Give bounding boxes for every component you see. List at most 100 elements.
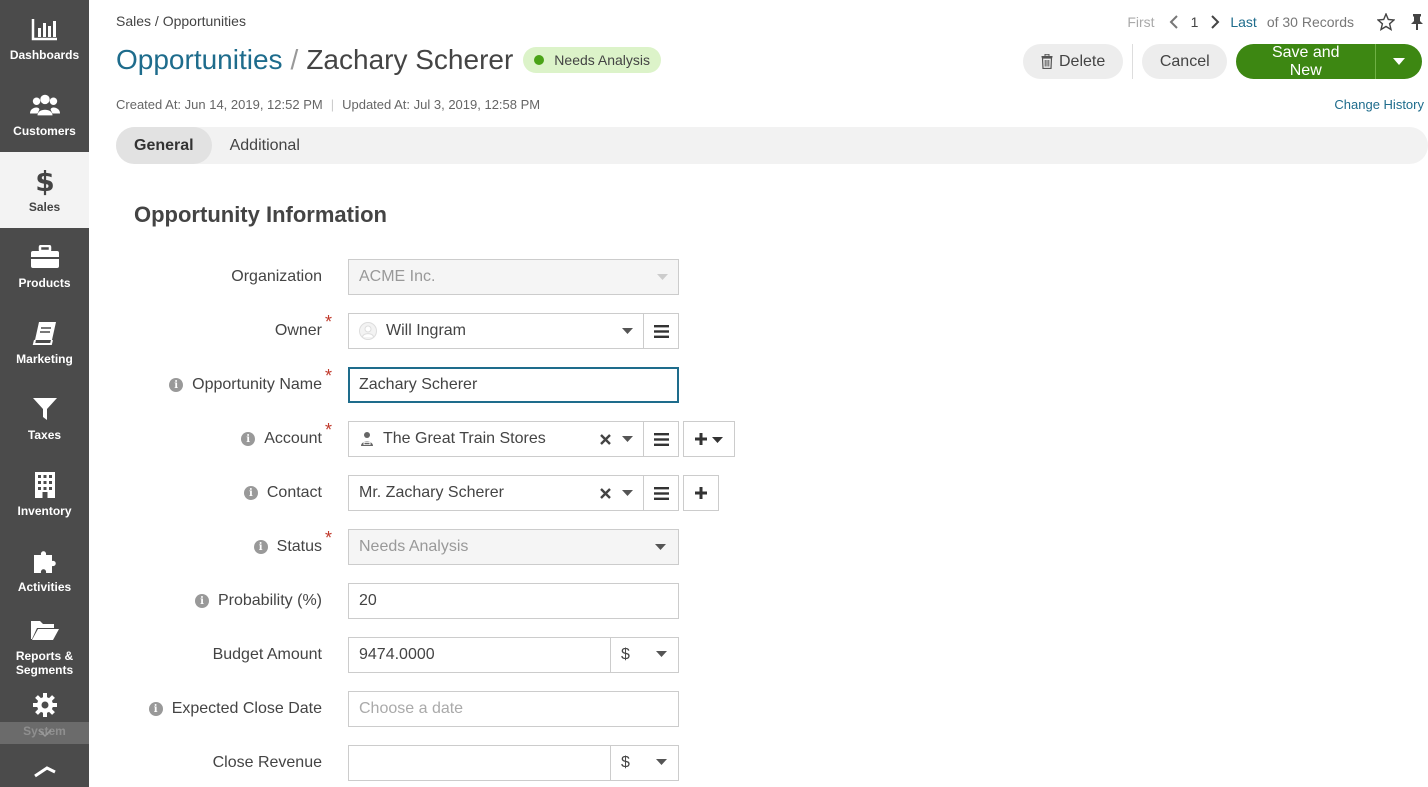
organization-select[interactable]: ACME Inc. [348,259,679,295]
nav-partial-item[interactable] [0,750,89,787]
form-row-expected-close-date: i Expected Close Date Choose a date [89,691,889,727]
budget-amount-input[interactable]: 9474.0000 $ [348,637,679,673]
contact-add-button[interactable] [683,475,719,511]
nav-products[interactable]: Products [0,228,89,304]
tab-general[interactable]: General [116,127,212,164]
nav-label: Marketing [16,352,73,366]
briefcase-icon [30,242,60,272]
probability-input[interactable]: 20 [348,583,679,619]
caret-down-icon [656,637,667,671]
chevron-right-icon[interactable] [1208,15,1222,29]
info-icon[interactable]: i [243,486,258,500]
title-separator: / [290,44,299,75]
delete-button[interactable]: Delete [1023,44,1124,79]
bar-chart-icon [30,14,60,44]
nav-system[interactable]: System [0,684,89,750]
change-history-link[interactable]: Change History [1334,97,1424,112]
nav-taxes[interactable]: Taxes [0,380,89,456]
expected-close-date-input[interactable]: Choose a date [348,691,679,727]
caret-down-icon [657,260,668,294]
caret-down-icon [1393,58,1406,65]
status-select[interactable]: Needs Analysis [348,529,679,565]
owner-select[interactable]: Will Ingram [348,313,644,349]
owner-list-button[interactable] [643,313,679,349]
form-row-owner: Owner * Will Ingram [89,313,889,349]
status-badge: Needs Analysis [523,47,662,73]
list-icon [653,486,669,500]
breadcrumb[interactable]: Sales / Opportunities [116,13,246,29]
nav-customers[interactable]: Customers [0,76,89,152]
folder-open-icon [30,615,60,645]
chevron-left-icon[interactable] [1167,15,1181,29]
info-icon[interactable]: i [253,540,268,554]
record-pager: First 1 Last of 30 Records [1127,12,1424,32]
account-person-icon [359,431,375,447]
star-icon[interactable] [1376,12,1396,32]
caret-down-icon [656,745,667,779]
info-icon[interactable]: i [194,594,209,608]
sidebar-scroll-down[interactable] [0,722,89,744]
field-value: Will Ingram [386,322,467,339]
field-label: Expected Close Date [171,700,322,717]
entity-link[interactable]: Opportunities [116,44,283,76]
close-revenue-input[interactable]: $ [348,745,679,781]
contact-list-button[interactable] [643,475,679,511]
currency-value: $ [621,646,630,663]
account-label: i Account [241,421,322,457]
puzzle-icon [30,546,60,576]
nav-label: Activities [17,580,72,594]
info-icon[interactable]: i [148,702,163,716]
pager-last[interactable]: Last [1230,14,1256,30]
pager-count: of 30 Records [1266,14,1354,30]
nav-marketing[interactable]: Marketing [0,304,89,380]
nav-activities[interactable]: Activities [0,532,89,608]
cancel-button[interactable]: Cancel [1142,44,1228,79]
nav-label: Sales [28,200,61,214]
form-row-probability: i Probability (%) 20 [89,583,889,619]
contact-label: i Contact [243,475,322,511]
save-button-group: Save and New [1236,44,1423,79]
users-icon [29,90,60,120]
save-options-toggle[interactable] [1375,44,1422,79]
organization-label: Organization [231,259,322,295]
field-label: Probability (%) [217,592,322,609]
nav-reports-segments[interactable]: Reports & Segments [0,608,89,684]
clear-icon[interactable] [600,476,611,510]
arrow-right-icon [33,766,56,778]
plus-icon [695,487,707,499]
building-icon [30,470,60,500]
info-icon[interactable]: i [241,432,256,446]
form-row-close-revenue: Close Revenue $ [89,745,889,781]
nav-dashboards[interactable]: Dashboards [0,0,89,76]
meta-separator: | [330,97,335,112]
action-bar: Delete Cancel Save and New [1023,44,1423,79]
contact-select[interactable]: Mr. Zachary Scherer [348,475,644,511]
nav-label: Reports & Segments [15,649,74,677]
expected-close-date-label: i Expected Close Date [148,691,322,727]
caret-down-icon [622,314,633,348]
pin-icon[interactable] [1410,12,1424,32]
book-icon [30,318,60,348]
field-label: Account [264,430,322,447]
save-and-new-button[interactable]: Save and New [1236,44,1375,79]
list-icon [653,432,669,446]
tab-additional[interactable]: Additional [212,127,318,164]
close-revenue-currency-select[interactable]: $ [610,745,679,781]
account-list-button[interactable] [643,421,679,457]
pager-page: 1 [1190,14,1199,30]
clear-icon[interactable] [600,422,611,456]
main-sidebar: Dashboards Customers $ Sales Products Ma… [0,0,89,787]
plus-dropdown-icon [695,433,723,445]
pager-first[interactable]: First [1127,14,1154,30]
record-name: Zachary Scherer [306,44,514,75]
account-select[interactable]: The Great Train Stores [348,421,644,457]
required-marker: * [325,420,333,440]
form-row-budget-amount: Budget Amount 9474.0000 $ [89,637,889,673]
nav-inventory[interactable]: Inventory [0,456,89,532]
budget-currency-select[interactable]: $ [610,637,679,673]
account-add-dropdown-button[interactable] [683,421,735,457]
opportunity-name-input[interactable]: Zachary Scherer [348,367,679,403]
info-icon[interactable]: i [169,378,184,392]
main-content: Sales / Opportunities First 1 Last of 30… [89,0,1428,787]
nav-sales[interactable]: $ Sales [0,152,89,228]
